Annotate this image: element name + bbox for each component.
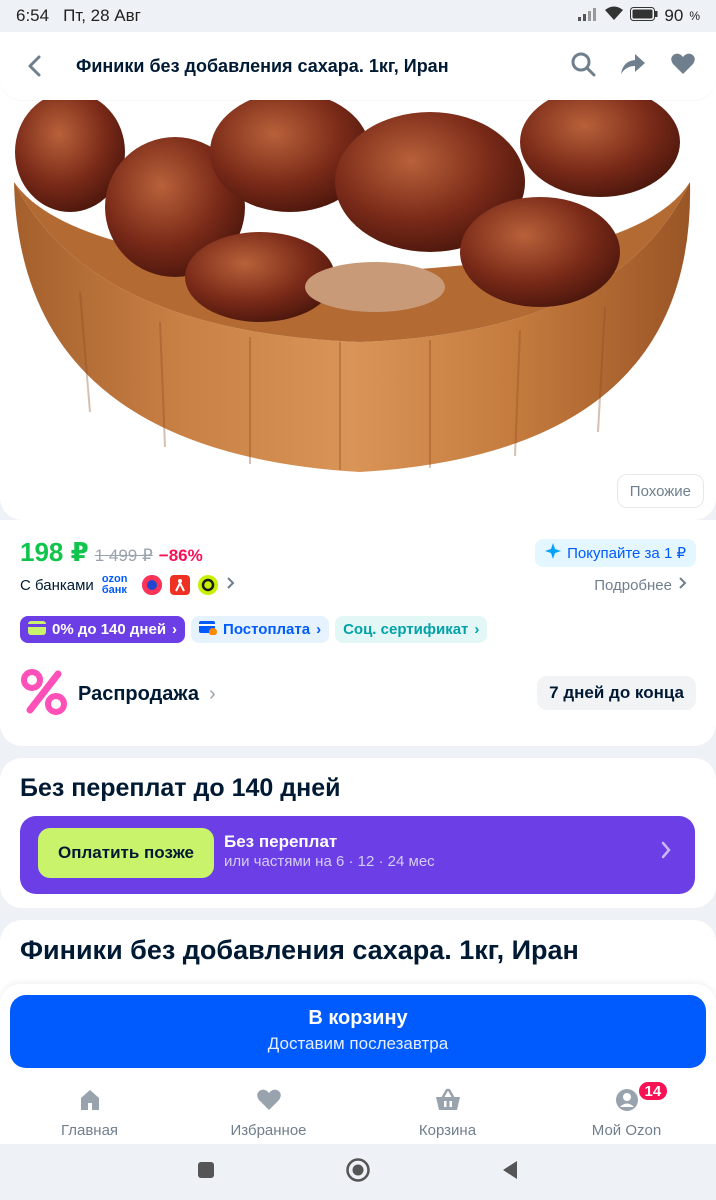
share-icon[interactable] <box>620 52 646 81</box>
product-name: Финики без добавления сахара. 1кг, Иран <box>20 935 579 965</box>
installment-chip-label: 0% до 140 дней <box>52 621 167 638</box>
chevron-right-icon <box>226 576 236 594</box>
top-bar: Финики без добавления сахара. 1кг, Иран <box>0 32 716 100</box>
battery-percent-sign: % <box>689 9 700 23</box>
social-certificate-chip-label: Соц. сертификат <box>343 621 469 638</box>
add-to-cart-button[interactable]: В корзину Доставим послезавтра <box>10 995 706 1068</box>
payment-chips: 0% до 140 дней › Постоплата › Соц. серти… <box>20 616 488 643</box>
discount-badge: −86% <box>158 546 203 565</box>
battery-level: 90 <box>664 6 684 25</box>
buy-for-one-label: Покупайте за 1 ₽ <box>567 545 686 562</box>
installment-title: Без переплат до 140 дней <box>20 774 341 802</box>
nav-my-ozon[interactable]: Мой Ozon 14 <box>537 1078 716 1144</box>
add-to-cart-label: В корзину <box>308 1007 408 1029</box>
product-image[interactable] <box>0 32 716 520</box>
nav-cart-label: Корзина <box>418 1122 477 1139</box>
nav-home[interactable]: Главная <box>0 1078 179 1144</box>
system-nav-bar <box>0 1144 716 1200</box>
buy-for-one-button[interactable]: Покупайте за 1 ₽ <box>535 539 696 567</box>
bank-logo-icon <box>169 575 190 595</box>
signal-icon <box>578 6 598 26</box>
bank-logo-icon <box>197 575 218 595</box>
notification-badge: 14 <box>636 1080 670 1102</box>
price-row: 198 ₽ 1 499 ₽ −86% <box>20 537 203 568</box>
banks-row[interactable]: С банками ozon банк <box>20 572 236 598</box>
page-title: Финики без добавления сахара. 1кг, Иран <box>76 55 449 76</box>
sparkle-icon <box>545 543 562 563</box>
heart-icon <box>256 1088 282 1116</box>
home-icon <box>78 1088 102 1116</box>
installment-line2: или частями на 6 · 12 · 24 мес <box>224 853 435 870</box>
status-date: Пт, 28 Авг <box>63 6 141 25</box>
bank-logo-icon <box>141 575 162 595</box>
sale-row[interactable]: Распродажа › <box>20 668 216 720</box>
installment-chip[interactable]: 0% до 140 дней › <box>20 616 186 643</box>
nav-favorites[interactable]: Избранное <box>179 1078 358 1144</box>
banks-label: С банками <box>20 576 94 594</box>
battery-icon <box>630 6 658 26</box>
status-bar: 6:54 Пт, 28 Авг 90% <box>0 0 716 32</box>
profile-icon <box>615 1088 639 1116</box>
search-icon[interactable] <box>570 51 596 82</box>
postpay-chip[interactable]: Постоплата › <box>191 616 330 643</box>
back-nav-icon[interactable] <box>501 1160 519 1185</box>
heart-icon[interactable] <box>670 52 696 81</box>
nav-my-ozon-label: Мой Ozon <box>591 1122 662 1139</box>
recents-icon[interactable] <box>197 1161 215 1184</box>
chevron-right-icon: › <box>172 621 178 638</box>
current-price: 198 ₽ <box>20 537 89 567</box>
installment-line1: Без переплат <box>224 832 338 851</box>
social-certificate-chip[interactable]: Соц. сертификат › <box>335 616 488 643</box>
postpay-icon <box>199 620 218 639</box>
more-label: Подробнее <box>594 576 672 594</box>
nav-home-label: Главная <box>60 1122 119 1139</box>
bottom-nav: Главная Избранное Корзина Мой Ozon 14 <box>0 1078 716 1144</box>
chevron-right-icon <box>678 576 688 594</box>
ozon-bank-logo: ozon банк <box>101 573 128 596</box>
chevron-right-icon: › <box>474 621 480 638</box>
chevron-right-icon <box>660 840 672 865</box>
sale-label: Распродажа <box>78 682 199 705</box>
wifi-icon <box>604 6 624 26</box>
sale-days-left: 7 дней до конца <box>537 676 696 710</box>
old-price: 1 499 ₽ <box>94 546 153 565</box>
nav-favorites-label: Избранное <box>230 1122 307 1139</box>
basket-icon <box>435 1088 461 1116</box>
percent-icon <box>20 668 68 721</box>
similar-button[interactable]: Похожие <box>616 474 704 508</box>
chevron-right-icon: › <box>208 682 216 705</box>
card-icon <box>28 620 46 639</box>
delivery-label: Доставим послезавтра <box>267 1034 449 1053</box>
back-icon[interactable] <box>20 52 48 80</box>
postpay-chip-label: Постоплата <box>223 621 311 638</box>
home-button-icon[interactable] <box>345 1157 371 1188</box>
status-time: 6:54 <box>16 6 50 25</box>
pay-later-button[interactable]: Оплатить позже <box>38 828 214 878</box>
dates-bowl-illustration <box>14 87 691 472</box>
chevron-right-icon: › <box>316 621 322 638</box>
more-link[interactable]: Подробнее <box>594 572 688 598</box>
nav-cart[interactable]: Корзина <box>358 1078 537 1144</box>
